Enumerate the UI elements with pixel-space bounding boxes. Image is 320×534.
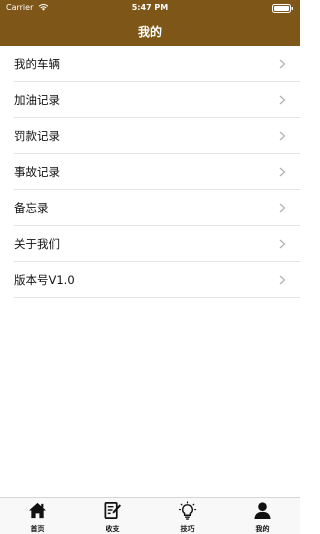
chevron-right-icon — [279, 275, 286, 285]
navigation-header: Carrier 5:47 PM 我的 — [0, 0, 300, 46]
menu-item-label: 关于我们 — [14, 237, 60, 251]
tab-tips[interactable]: 技巧 — [150, 498, 225, 534]
menu-item-label: 备忘录 — [14, 201, 49, 215]
tab-bar: 首页 收支 技巧 我的 — [0, 497, 300, 534]
chevron-right-icon — [279, 239, 286, 249]
person-icon — [254, 502, 271, 520]
home-icon — [28, 502, 47, 519]
menu-item-label: 罚款记录 — [14, 129, 60, 143]
menu-item-label: 加油记录 — [14, 93, 60, 107]
chevron-right-icon — [279, 95, 286, 105]
tab-income-expense[interactable]: 收支 — [75, 498, 150, 534]
tab-mine-label: 我的 — [255, 525, 270, 533]
menu-item-accident-records[interactable]: 事故记录 — [14, 154, 300, 190]
tab-mine[interactable]: 我的 — [225, 498, 300, 534]
menu-item-memo[interactable]: 备忘录 — [14, 190, 300, 226]
page-title: 我的 — [137, 25, 162, 39]
menu-item-label: 版本号V1.0 — [14, 273, 75, 287]
chevron-right-icon — [279, 203, 286, 213]
tab-home[interactable]: 首页 — [0, 498, 75, 534]
clock-label: 5:47 PM — [131, 3, 169, 12]
menu-item-fine-records[interactable]: 罚款记录 — [14, 118, 300, 154]
menu-item-label: 事故记录 — [14, 165, 60, 179]
menu-item-version[interactable]: 版本号V1.0 — [14, 262, 300, 298]
tab-home-label: 首页 — [30, 525, 45, 533]
chevron-right-icon — [279, 167, 286, 177]
lightbulb-icon — [178, 501, 197, 520]
menu-item-label: 我的车辆 — [14, 57, 60, 71]
chevron-right-icon — [279, 131, 286, 141]
chevron-right-icon — [279, 59, 286, 69]
battery-icon — [272, 4, 293, 13]
menu-item-my-vehicles[interactable]: 我的车辆 — [14, 46, 300, 82]
menu-item-about-us[interactable]: 关于我们 — [14, 226, 300, 262]
settings-menu-list: 我的车辆 加油记录 罚款记录 事故记录 备忘录 关于我们 版本号V1.0 — [0, 46, 300, 298]
edit-note-icon — [104, 502, 122, 519]
status-bar: Carrier 5:47 PM — [0, 0, 300, 16]
tab-income-expense-label: 收支 — [105, 525, 120, 533]
menu-item-fuel-records[interactable]: 加油记录 — [14, 82, 300, 118]
tab-tips-label: 技巧 — [180, 525, 195, 533]
